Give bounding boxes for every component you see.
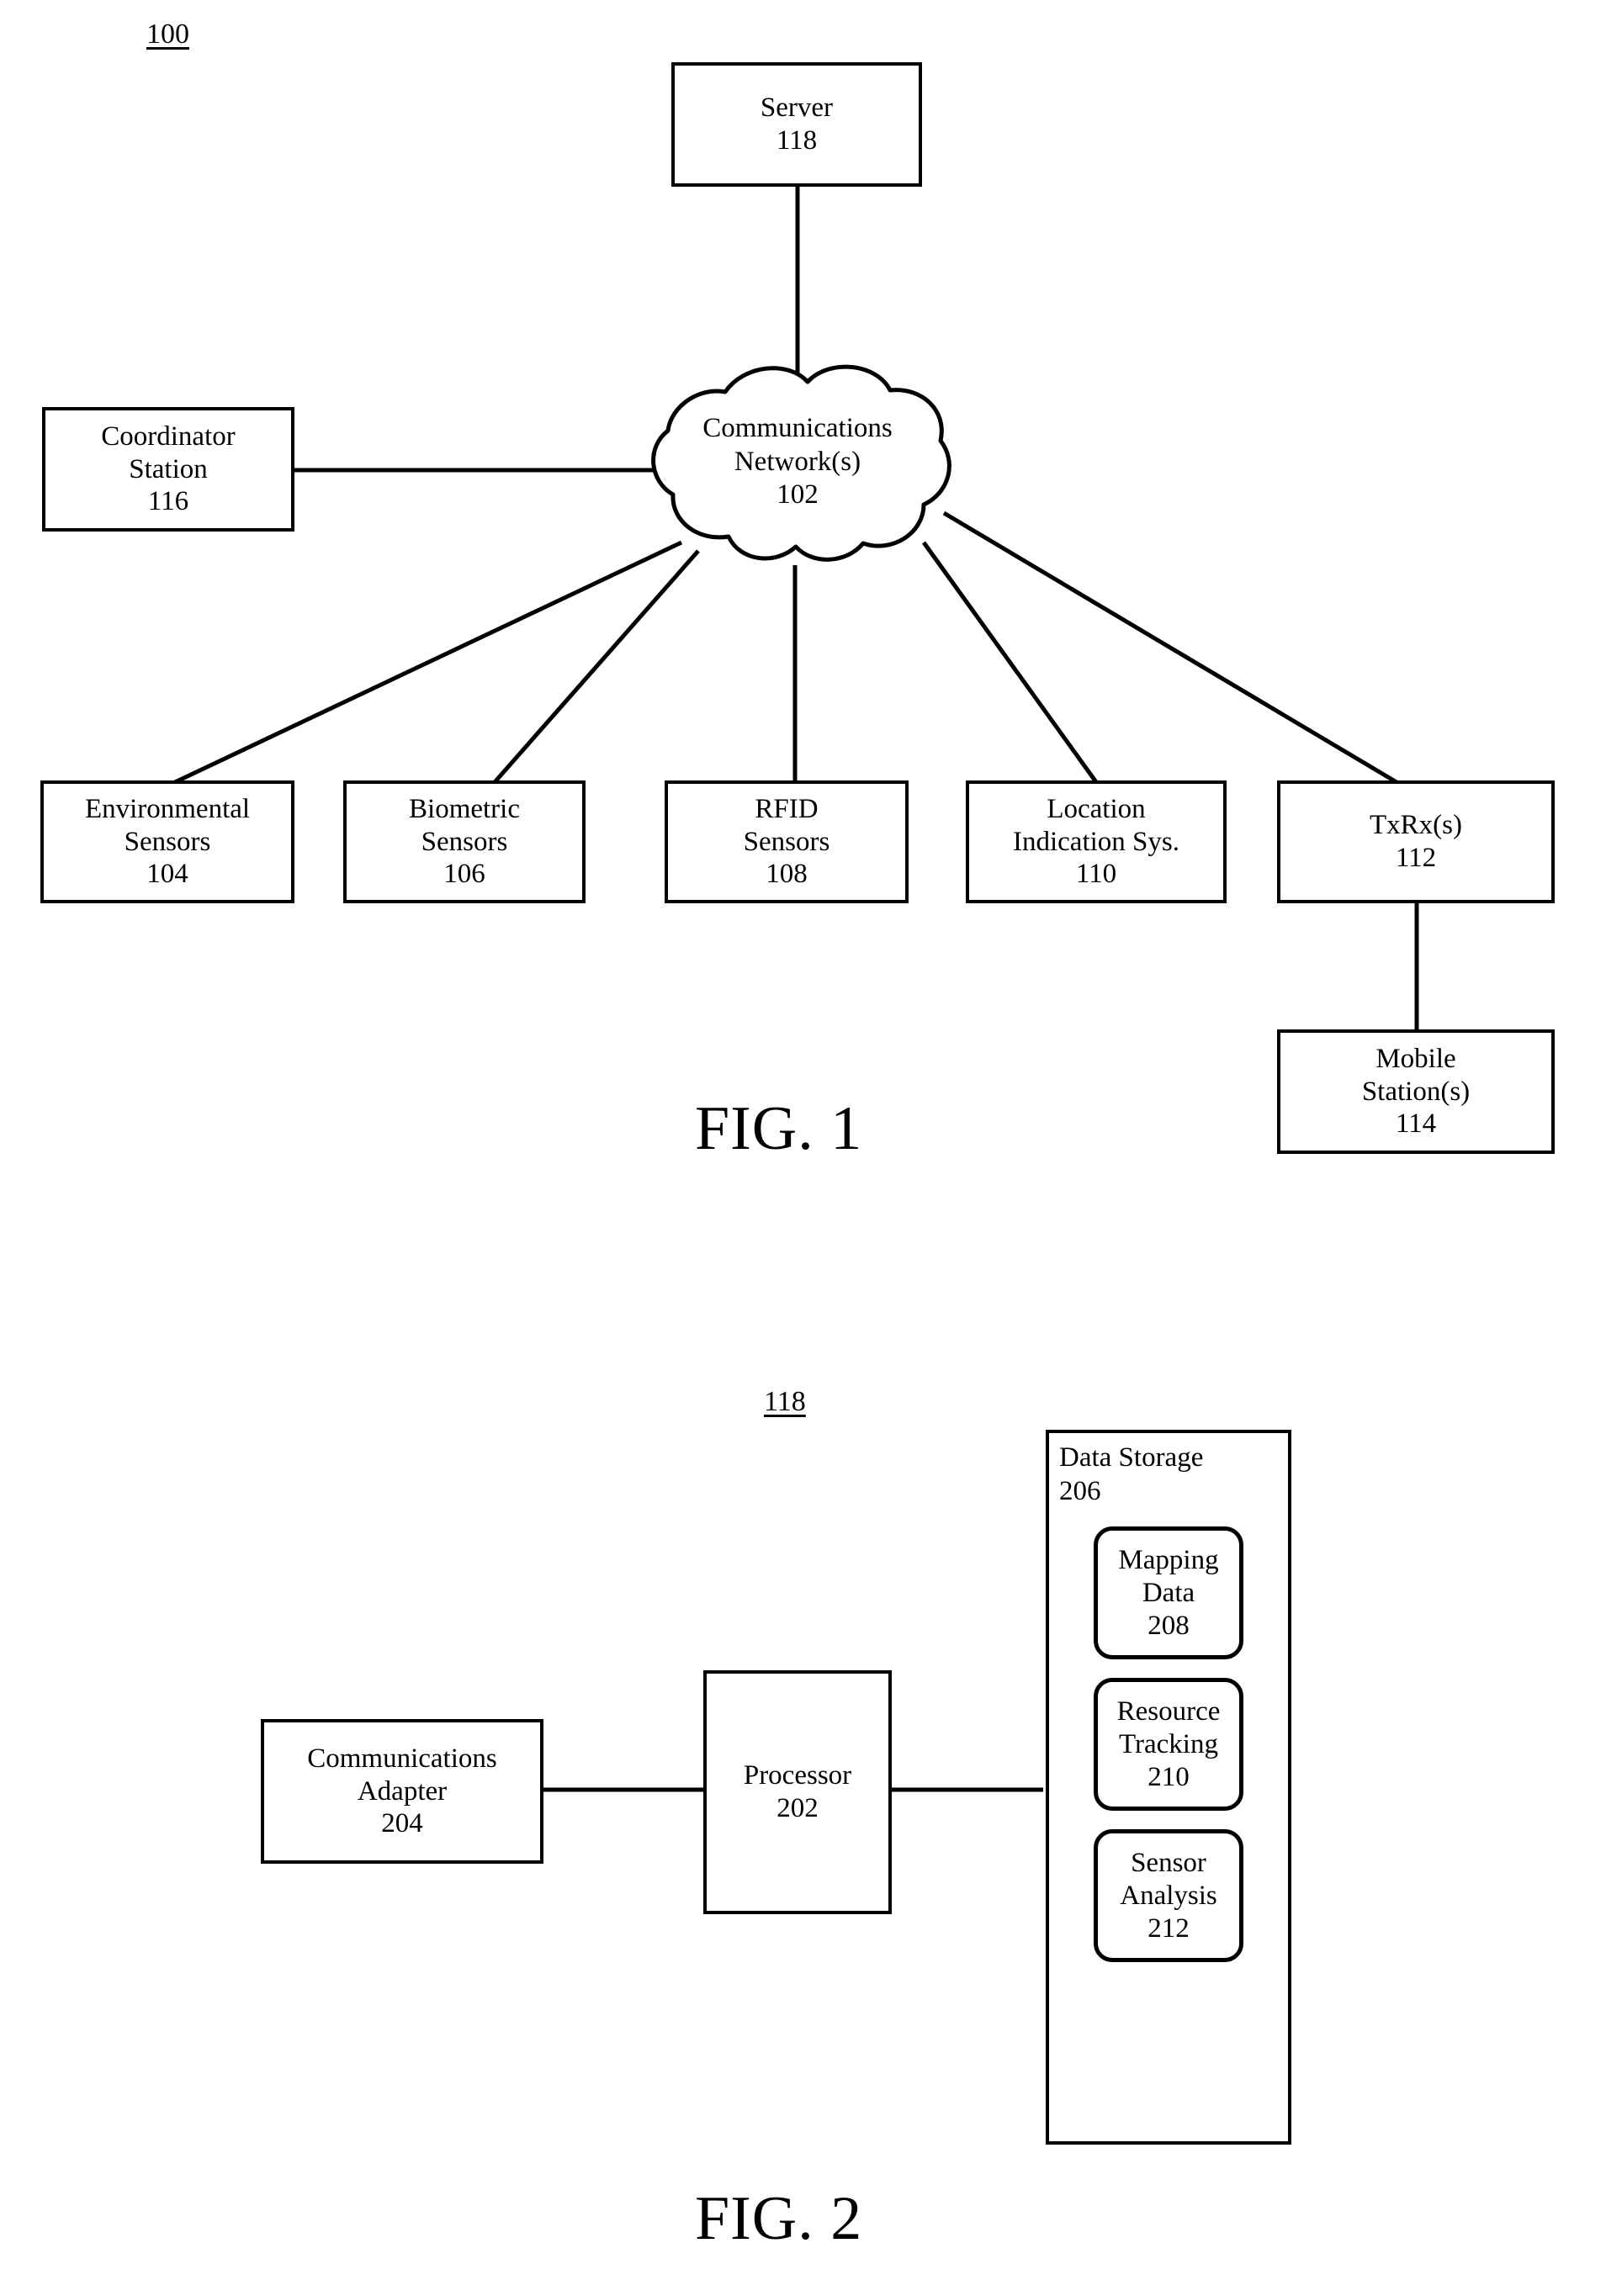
node-server: Server 118 — [671, 62, 922, 187]
node-sensor-analysis-line-0: Sensor — [1131, 1847, 1206, 1878]
wire-network-location — [921, 541, 1099, 784]
node-comm-adapter-line-1: Adapter — [357, 1775, 448, 1807]
node-location-line-1: Indication Sys. — [1013, 826, 1179, 857]
node-biometric-line-1: Sensors — [421, 826, 508, 857]
node-mobile-line-1: Station(s) — [1361, 1076, 1471, 1107]
node-environmental-line-0: Environmental — [84, 793, 251, 824]
node-communications-network: Communications Network(s) 102 — [638, 353, 957, 569]
node-location-line-0: Location — [1047, 793, 1146, 824]
node-resource-tracking-line-2: 210 — [1148, 1761, 1190, 1792]
node-sensor-analysis: Sensor Analysis 212 — [1094, 1829, 1243, 1963]
node-biometric-line-0: Biometric — [409, 793, 520, 824]
node-resource-tracking-line-1: Tracking — [1119, 1728, 1218, 1759]
figure-2-caption: FIG. 2 — [695, 2184, 863, 2253]
patent-drawing-sheet: 100 Server 118 Communications Network(s)… — [0, 0, 1606, 2296]
node-comm-adapter-line-0: Communications — [307, 1743, 497, 1774]
node-mobile-station: Mobile Station(s) 114 — [1277, 1029, 1555, 1154]
node-environmental-line-2: 104 — [146, 859, 188, 890]
node-communications-adapter: Communications Adapter 204 — [261, 1719, 543, 1864]
node-mapping-data-line-2: 208 — [1148, 1610, 1190, 1641]
node-network-line-1: Network(s) — [734, 446, 861, 477]
node-biometric-line-2: 106 — [443, 859, 485, 890]
node-rfid-line-1: Sensors — [743, 826, 830, 857]
figure-1-caption: FIG. 1 — [695, 1094, 863, 1163]
node-sensor-analysis-line-1: Analysis — [1120, 1880, 1217, 1911]
node-rfid-sensors: RFID Sensors 108 — [665, 780, 909, 903]
node-mobile-line-2: 114 — [1395, 1108, 1437, 1140]
node-environmental-line-1: Sensors — [124, 826, 211, 857]
wire-network-environmental — [173, 540, 683, 785]
node-rfid-line-2: 108 — [766, 859, 808, 890]
node-rfid-line-0: RFID — [755, 793, 819, 824]
node-coordinator-line-2: 116 — [147, 486, 189, 517]
node-mapping-data-line-0: Mapping — [1118, 1544, 1219, 1575]
node-comm-adapter-line-2: 204 — [381, 1808, 423, 1839]
node-biometric-sensors: Biometric Sensors 106 — [343, 780, 586, 903]
node-mapping-data-line-1: Data — [1142, 1577, 1195, 1608]
node-server-line-1: 118 — [776, 125, 818, 156]
node-data-storage: Data Storage 206 Mapping Data 208 Resour… — [1046, 1430, 1291, 2145]
node-sensor-analysis-line-2: 212 — [1148, 1912, 1190, 1944]
node-processor-line-0: Processor — [743, 1760, 852, 1791]
node-txrx-line-1: 112 — [1395, 843, 1437, 873]
node-processor-line-1: 202 — [776, 1793, 819, 1823]
node-network-text: Communications Network(s) 102 — [638, 412, 957, 512]
wire-network-txrx — [942, 511, 1398, 785]
node-network-line-0: Communications — [702, 413, 893, 443]
node-txrx: TxRx(s) 112 — [1277, 780, 1555, 903]
node-environmental-sensors: Environmental Sensors 104 — [40, 780, 294, 903]
node-data-storage-label: Data Storage 206 — [1049, 1433, 1288, 1508]
node-resource-tracking: Resource Tracking 210 — [1094, 1678, 1243, 1812]
node-mobile-line-0: Mobile — [1375, 1043, 1456, 1074]
node-coordinator-station: Coordinator Station 116 — [42, 407, 294, 532]
node-network-line-2: 102 — [776, 479, 819, 511]
wire-network-biometric — [493, 549, 700, 784]
node-location-indication-system: Location Indication Sys. 110 — [966, 780, 1227, 903]
node-coordinator-line-0: Coordinator — [101, 421, 236, 452]
ref-label-100: 100 — [146, 19, 189, 50]
node-processor: Processor 202 — [703, 1670, 892, 1914]
ref-label-118: 118 — [764, 1386, 806, 1417]
node-server-line-0: Server — [760, 93, 834, 124]
node-data-storage-line-1: 206 — [1059, 1475, 1101, 1506]
node-location-line-2: 110 — [1075, 859, 1117, 890]
node-mapping-data: Mapping Data 208 — [1094, 1526, 1243, 1660]
node-coordinator-line-1: Station — [129, 453, 208, 484]
node-data-storage-line-0: Data Storage — [1059, 1442, 1204, 1473]
node-txrx-line-0: TxRx(s) — [1370, 810, 1462, 841]
node-resource-tracking-line-0: Resource — [1116, 1696, 1221, 1727]
